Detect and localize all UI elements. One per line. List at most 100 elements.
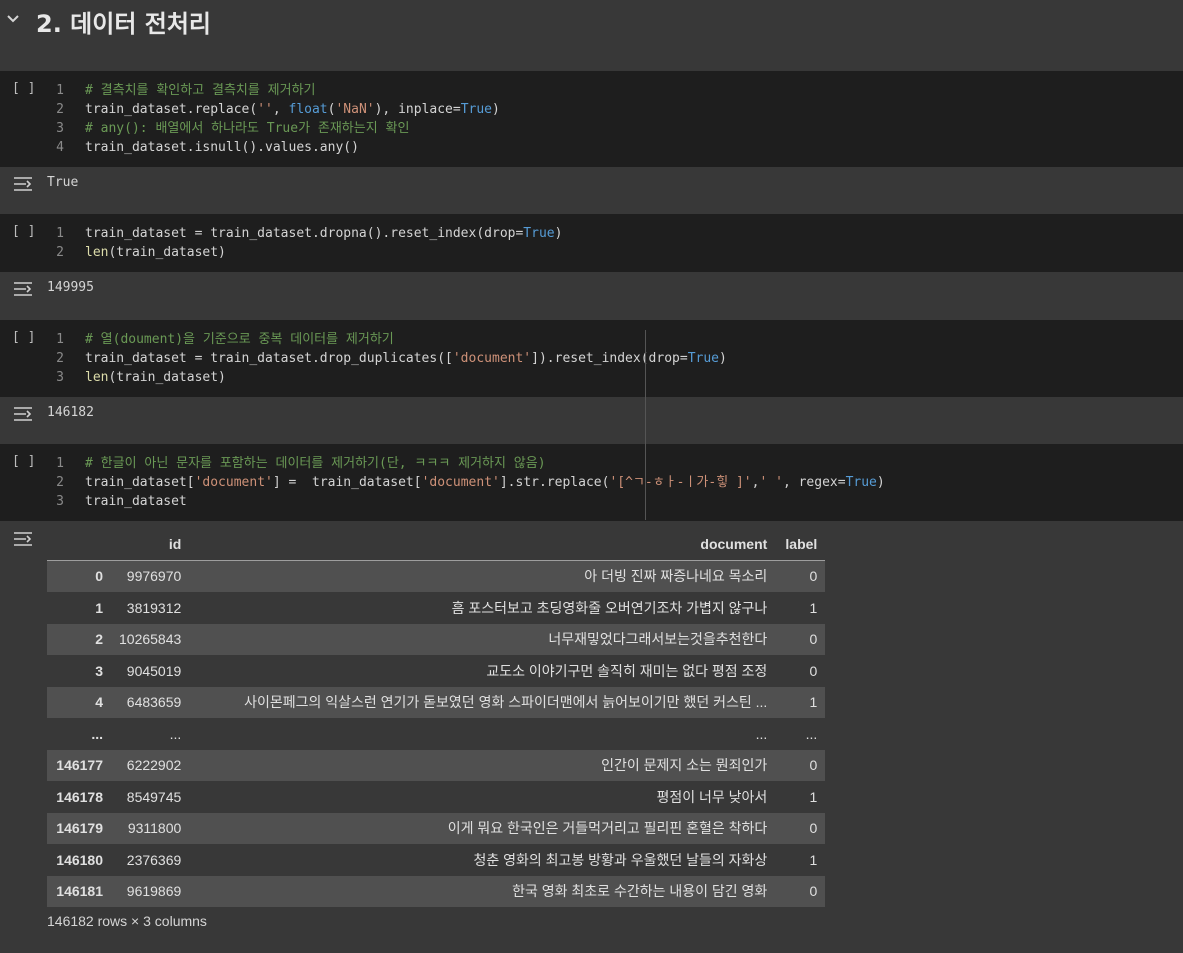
column-header: document bbox=[189, 528, 776, 561]
code-line[interactable]: 2 train_dataset.replace('', float('NaN'),… bbox=[50, 100, 500, 119]
output-text: 146182 bbox=[47, 405, 94, 420]
code-line[interactable]: 4 train_dataset.isnull().values.any() bbox=[50, 138, 500, 157]
table-row: 4 6483659 사이몬페그의 익살스런 연기가 돋보였던 영화 스파이더맨에서 … bbox=[47, 686, 826, 718]
table-cell: 3819312 bbox=[126, 599, 182, 616]
table-row: 146180 2376369 청춘 영화의 최고봉 방황과 우울했던 날들의 자화상… bbox=[47, 844, 826, 876]
code-cell[interactable]: [ ] 1 # 결측치를 확인하고 결측치를 제거하기 2 train_dataset… bbox=[0, 71, 1183, 167]
code-token: '[^ㄱ-ㅎㅏ-ㅣ가-힣 ]' bbox=[609, 475, 752, 490]
code-token: '' bbox=[257, 102, 273, 117]
code-text[interactable]: len(train_dataset) bbox=[85, 368, 226, 387]
row-index: 0 bbox=[95, 568, 103, 585]
line-number: 1 bbox=[56, 456, 64, 471]
code-token: # 한글이 아닌 문자를 포함하는 데이터를 제거하기(단, ㅋㅋㅋ 제거하지 … bbox=[85, 456, 546, 471]
code-line[interactable]: 3 train_dataset bbox=[50, 492, 885, 511]
code-token: 'document' bbox=[194, 475, 273, 490]
code-editor[interactable]: 1 # 결측치를 확인하고 결측치를 제거하기 2 train_dataset.rep… bbox=[50, 81, 500, 157]
table-row: 146178 8549745 평점이 너무 낮아서 1 bbox=[47, 781, 826, 813]
code-text[interactable]: train_dataset.isnull().values.any() bbox=[85, 138, 359, 157]
table-cell: 흠 포스터보고 초딩영화줄 오버연기조차 가볍지 않구나 bbox=[451, 599, 768, 616]
table-cell: 9045019 bbox=[126, 662, 182, 679]
row-index: 146178 bbox=[56, 788, 103, 805]
code-text[interactable]: # 한글이 아닌 문자를 포함하는 데이터를 제거하기(단, ㅋㅋㅋ 제거하지 … bbox=[85, 454, 546, 473]
code-editor[interactable]: 1 # 열(doument)을 기준으로 중복 데이터를 제거하기 2 train_d… bbox=[50, 330, 727, 387]
code-token: # 결측치를 확인하고 결측치를 제거하기 bbox=[85, 83, 316, 98]
row-index: 146180 bbox=[56, 851, 103, 868]
line-number: 3 bbox=[56, 370, 64, 385]
cell-run-button[interactable]: [ ] bbox=[12, 454, 35, 469]
code-text[interactable]: train_dataset = train_dataset.dropna().r… bbox=[85, 224, 562, 243]
code-line[interactable]: 3 len(train_dataset) bbox=[50, 368, 727, 387]
code-text[interactable]: train_dataset = train_dataset.drop_dupli… bbox=[85, 349, 727, 368]
code-line[interactable]: 2 train_dataset['document'] = train_datas… bbox=[50, 473, 885, 492]
cell-run-button[interactable]: [ ] bbox=[12, 330, 35, 345]
output-text: True bbox=[47, 175, 79, 190]
cell-output: 149995 bbox=[0, 272, 1183, 318]
row-index: 4 bbox=[95, 694, 103, 711]
table-row: 146179 9311800 이게 뭐요 한국인은 거들먹거리고 필리핀 혼혈은 착… bbox=[47, 812, 826, 844]
code-cell[interactable]: [ ] 1 train_dataset = train_dataset.dropn… bbox=[0, 214, 1183, 272]
code-cell[interactable]: [ ] 1 # 열(doument)을 기준으로 중복 데이터를 제거하기 2 tra… bbox=[0, 320, 1183, 397]
section-header[interactable]: 2. 데이터 전처리 bbox=[0, 0, 1183, 42]
code-text[interactable]: len(train_dataset) bbox=[85, 243, 226, 262]
table-cell: 0 bbox=[809, 883, 818, 900]
table-cell: 8549745 bbox=[126, 788, 182, 805]
table-cell: 1 bbox=[809, 788, 818, 805]
code-text[interactable]: # any(): 배열에서 하나라도 True가 존재하는지 확인 bbox=[85, 119, 409, 138]
code-text[interactable]: # 결측치를 확인하고 결측치를 제거하기 bbox=[85, 81, 316, 100]
dataframe-shape: 146182 rows × 3 columns bbox=[47, 913, 207, 929]
code-token: train_dataset = train_dataset.drop_dupli… bbox=[85, 351, 453, 366]
row-index: 1 bbox=[95, 599, 103, 616]
table-row: 146181 9619869 한국 영화 최초로 수간하는 내용이 담긴 영화 0 bbox=[47, 875, 826, 907]
table-cell: 교도소 이야기구먼 솔직히 재미는 없다 평점 조정 bbox=[486, 662, 768, 679]
line-number: 3 bbox=[56, 121, 64, 136]
code-editor[interactable]: 1 # 한글이 아닌 문자를 포함하는 데이터를 제거하기(단, ㅋㅋㅋ 제거하지… bbox=[50, 454, 885, 511]
code-line[interactable]: 1 # 한글이 아닌 문자를 포함하는 데이터를 제거하기(단, ㅋㅋㅋ 제거하지… bbox=[50, 454, 885, 473]
table-cell: 한국 영화 최초로 수간하는 내용이 담긴 영화 bbox=[512, 883, 768, 900]
output-toggle-icon[interactable] bbox=[12, 405, 34, 423]
table-cell: ... bbox=[169, 725, 182, 742]
code-text[interactable]: # 열(doument)을 기준으로 중복 데이터를 제거하기 bbox=[85, 330, 394, 349]
table-cell: 아 더빙 진짜 짜증나네요 목소리 bbox=[584, 568, 768, 585]
code-editor[interactable]: 1 train_dataset = train_dataset.dropna().… bbox=[50, 224, 562, 262]
line-number: 1 bbox=[56, 332, 64, 347]
line-number: 2 bbox=[56, 351, 64, 366]
row-index: 3 bbox=[95, 662, 103, 679]
code-cell[interactable]: [ ] 1 # 한글이 아닌 문자를 포함하는 데이터를 제거하기(단, ㅋㅋㅋ … bbox=[0, 444, 1183, 521]
table-header-row: id document label bbox=[47, 528, 826, 561]
code-line[interactable]: 1 train_dataset = train_dataset.dropna().… bbox=[50, 224, 562, 243]
code-line[interactable]: 1 # 열(doument)을 기준으로 중복 데이터를 제거하기 bbox=[50, 330, 727, 349]
code-text[interactable]: train_dataset.replace('', float('NaN'), … bbox=[85, 100, 500, 119]
table-cell: 이게 뭐요 한국인은 거들먹거리고 필리핀 혼혈은 착하다 bbox=[447, 820, 768, 837]
table-cell: ... bbox=[805, 725, 818, 742]
cell-run-button[interactable]: [ ] bbox=[12, 81, 35, 96]
code-text[interactable]: train_dataset['document'] = train_datase… bbox=[85, 473, 885, 492]
table-cell: 인간이 문제지 소는 뭔죄인가 bbox=[601, 757, 768, 774]
output-toggle-icon[interactable] bbox=[12, 175, 34, 193]
row-index: 2 bbox=[95, 631, 103, 648]
code-token: ), inplace= bbox=[374, 102, 461, 117]
cell-run-button[interactable]: [ ] bbox=[12, 224, 35, 239]
code-token: True bbox=[523, 226, 555, 241]
row-index: ... bbox=[91, 725, 103, 742]
section-title: 2. 데이터 전처리 bbox=[36, 10, 212, 38]
output-toggle-icon[interactable] bbox=[12, 530, 34, 548]
output-toggle-icon[interactable] bbox=[12, 280, 34, 298]
editor-ruler bbox=[645, 330, 646, 520]
code-line[interactable]: 2 len(train_dataset) bbox=[50, 243, 562, 262]
code-text[interactable]: train_dataset bbox=[85, 492, 187, 511]
table-cell: 너무재밓었다그래서보는것을추천한다 bbox=[548, 631, 768, 648]
code-token: train_dataset.isnull().values.any() bbox=[85, 140, 359, 155]
table-row: 2 10265843 너무재밓었다그래서보는것을추천한다 0 bbox=[47, 623, 826, 655]
code-line[interactable]: 3 # any(): 배열에서 하나라도 True가 존재하는지 확인 bbox=[50, 119, 500, 138]
code-line[interactable]: 2 train_dataset = train_dataset.drop_dupl… bbox=[50, 349, 727, 368]
table-cell: ... bbox=[755, 725, 768, 742]
code-line[interactable]: 1 # 결측치를 확인하고 결측치를 제거하기 bbox=[50, 81, 500, 100]
code-token: , bbox=[272, 102, 289, 117]
table-cell: 0 bbox=[809, 568, 818, 585]
line-number: 2 bbox=[56, 102, 64, 117]
code-token: , regex= bbox=[782, 475, 846, 490]
row-index: 146177 bbox=[56, 757, 103, 774]
chevron-down-icon[interactable] bbox=[6, 12, 20, 26]
code-token: # 열(doument)을 기준으로 중복 데이터를 제거하기 bbox=[85, 332, 394, 347]
code-token: train_dataset bbox=[85, 494, 187, 509]
